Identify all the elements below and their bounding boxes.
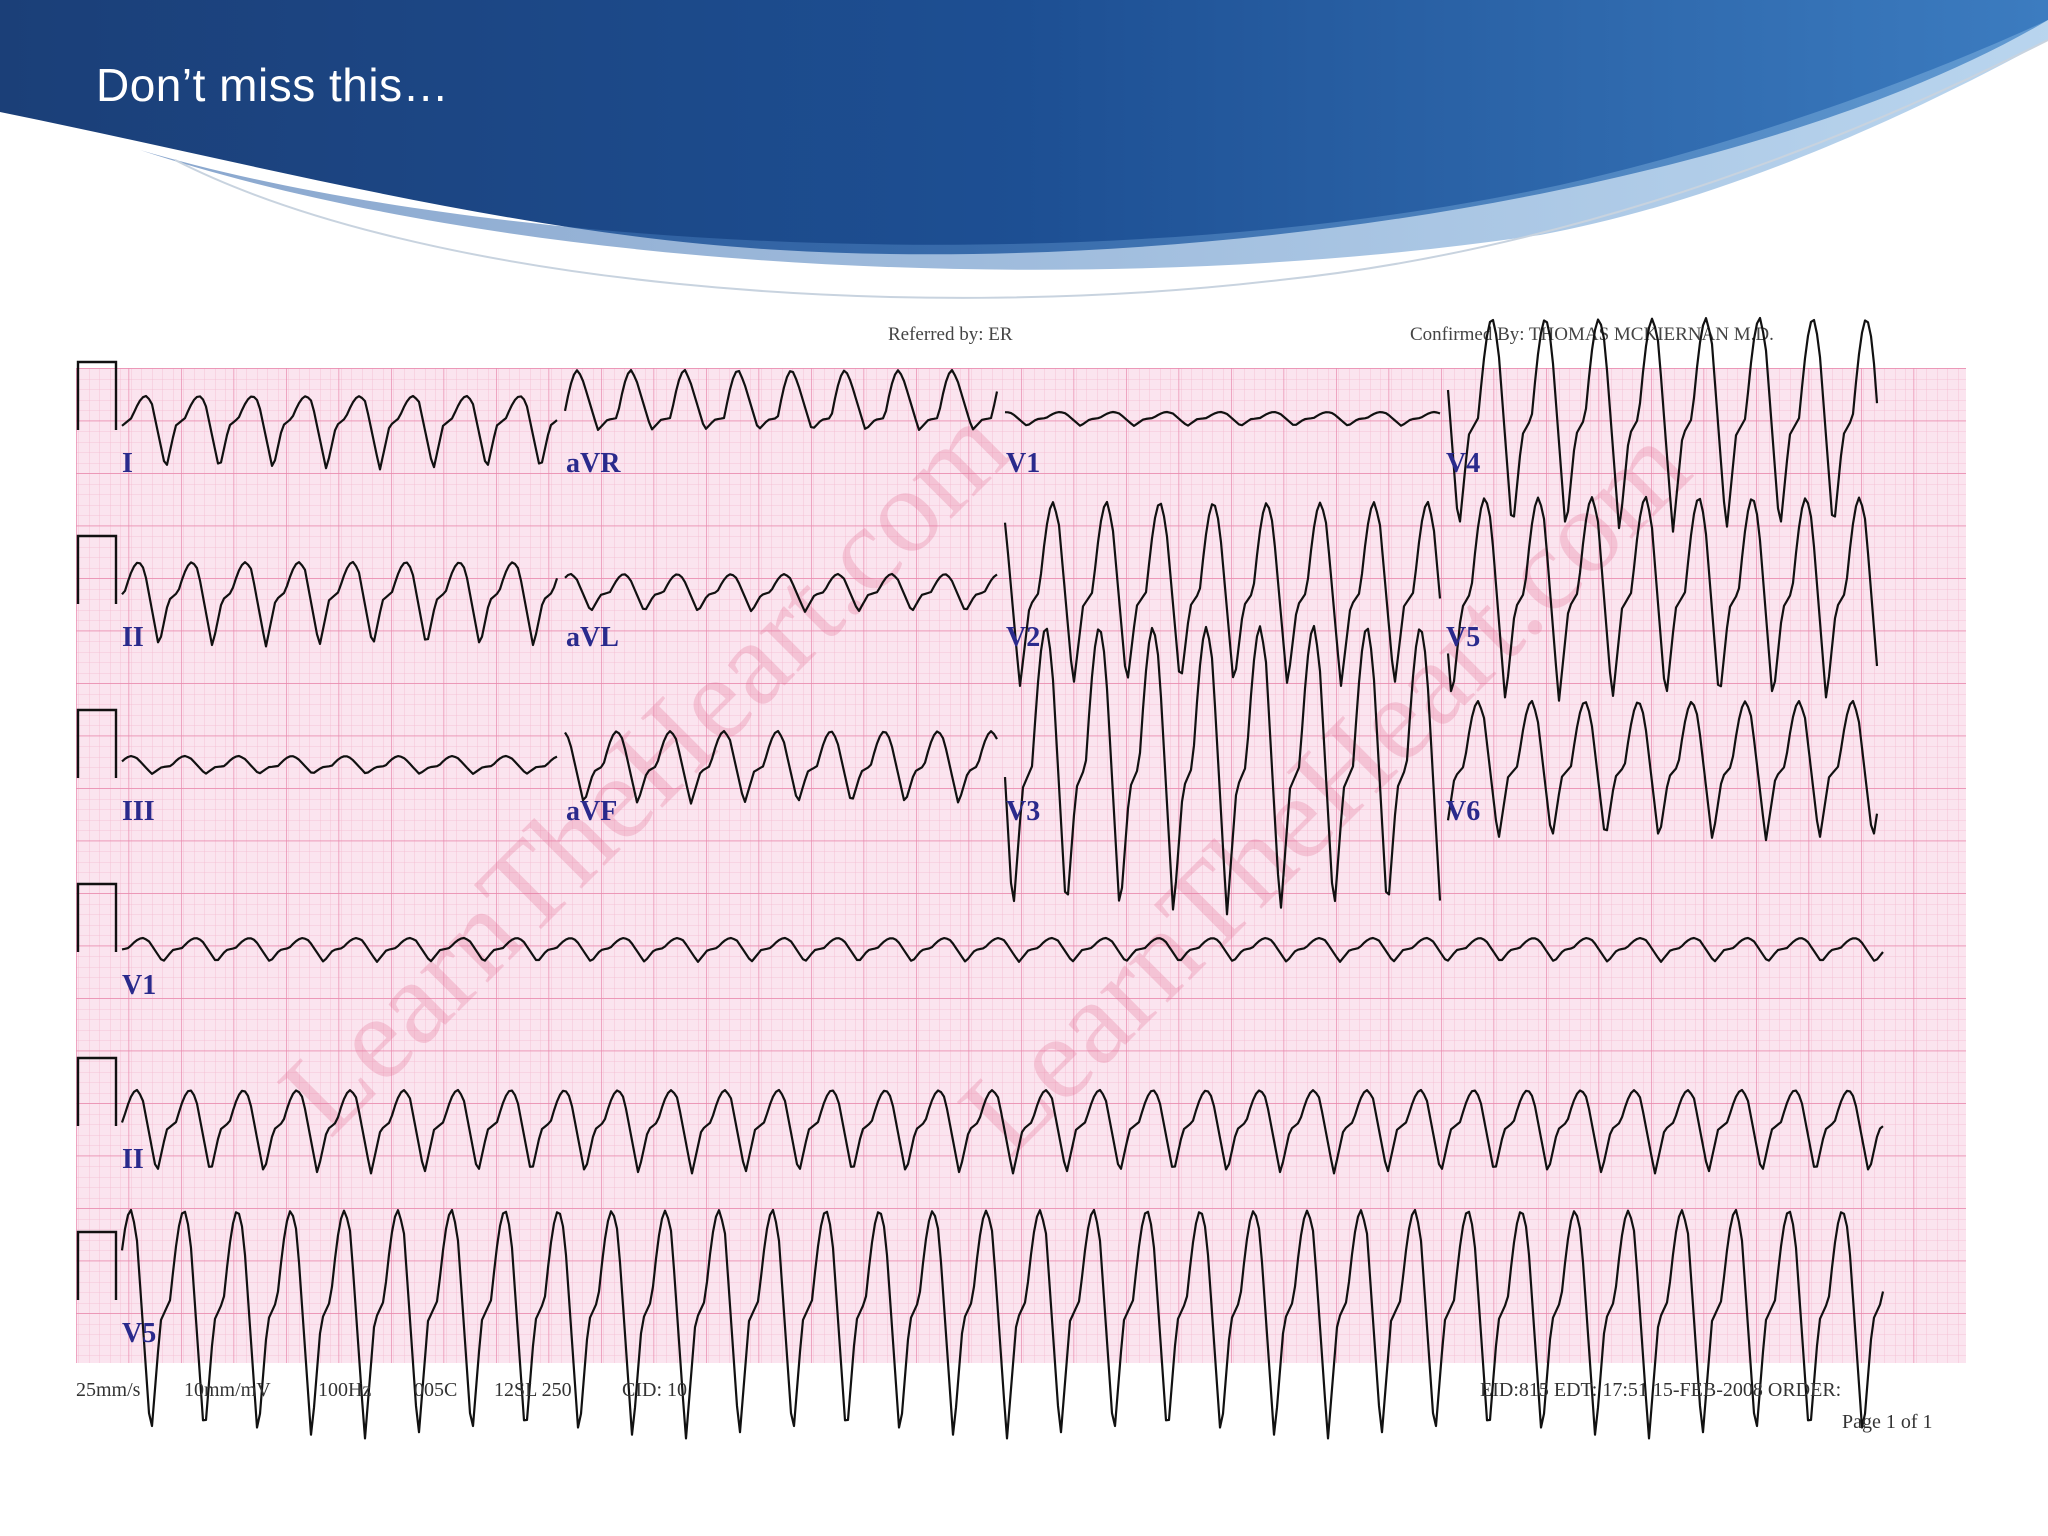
footer-filter: 100Hz — [318, 1379, 371, 1401]
lead-label-rhythm-V5: V5 — [122, 1318, 156, 1349]
lead-label-III: III — [122, 796, 155, 827]
footer-eid: EID:815 EDT: 17:51 15-FEB-2008 ORDER: — [1480, 1379, 1841, 1401]
footer-cid: CID: 10 — [622, 1379, 687, 1401]
footer-gain: 10mm/mV — [184, 1379, 271, 1401]
lead-label-aVR: aVR — [566, 448, 621, 479]
lead-label-rhythm-II: II — [122, 1144, 144, 1175]
lead-label-V4: V4 — [1446, 448, 1480, 479]
slide: Don’t miss this… LearnTheHeart.com Learn… — [0, 0, 2048, 1536]
lead-label-I: I — [122, 448, 133, 479]
lead-label-V6: V6 — [1446, 796, 1480, 827]
lead-label-V1: V1 — [1006, 448, 1040, 479]
lead-label-II: II — [122, 622, 144, 653]
lead-label-aVF: aVF — [566, 796, 617, 827]
footer-12sl: 12SL 250 — [494, 1379, 572, 1401]
lead-label-rhythm-V1: V1 — [122, 970, 156, 1001]
lead-label-V5: V5 — [1446, 622, 1480, 653]
lead-label-V2: V2 — [1006, 622, 1040, 653]
confirmed-by: Confirmed By: THOMAS MCKIERNAN M.D. — [1410, 324, 1774, 345]
footer-code: 005C — [414, 1379, 457, 1401]
lead-label-aVL: aVL — [566, 622, 619, 653]
referred-by: Referred by: ER — [888, 324, 1013, 345]
ecg-strip: LearnTheHeart.com LearnTheHeart.com Refe… — [76, 316, 1966, 1440]
page-info: Page 1 of 1 — [1842, 1411, 1933, 1433]
lead-label-V3: V3 — [1006, 796, 1040, 827]
footer-speed: 25mm/s — [76, 1379, 141, 1401]
